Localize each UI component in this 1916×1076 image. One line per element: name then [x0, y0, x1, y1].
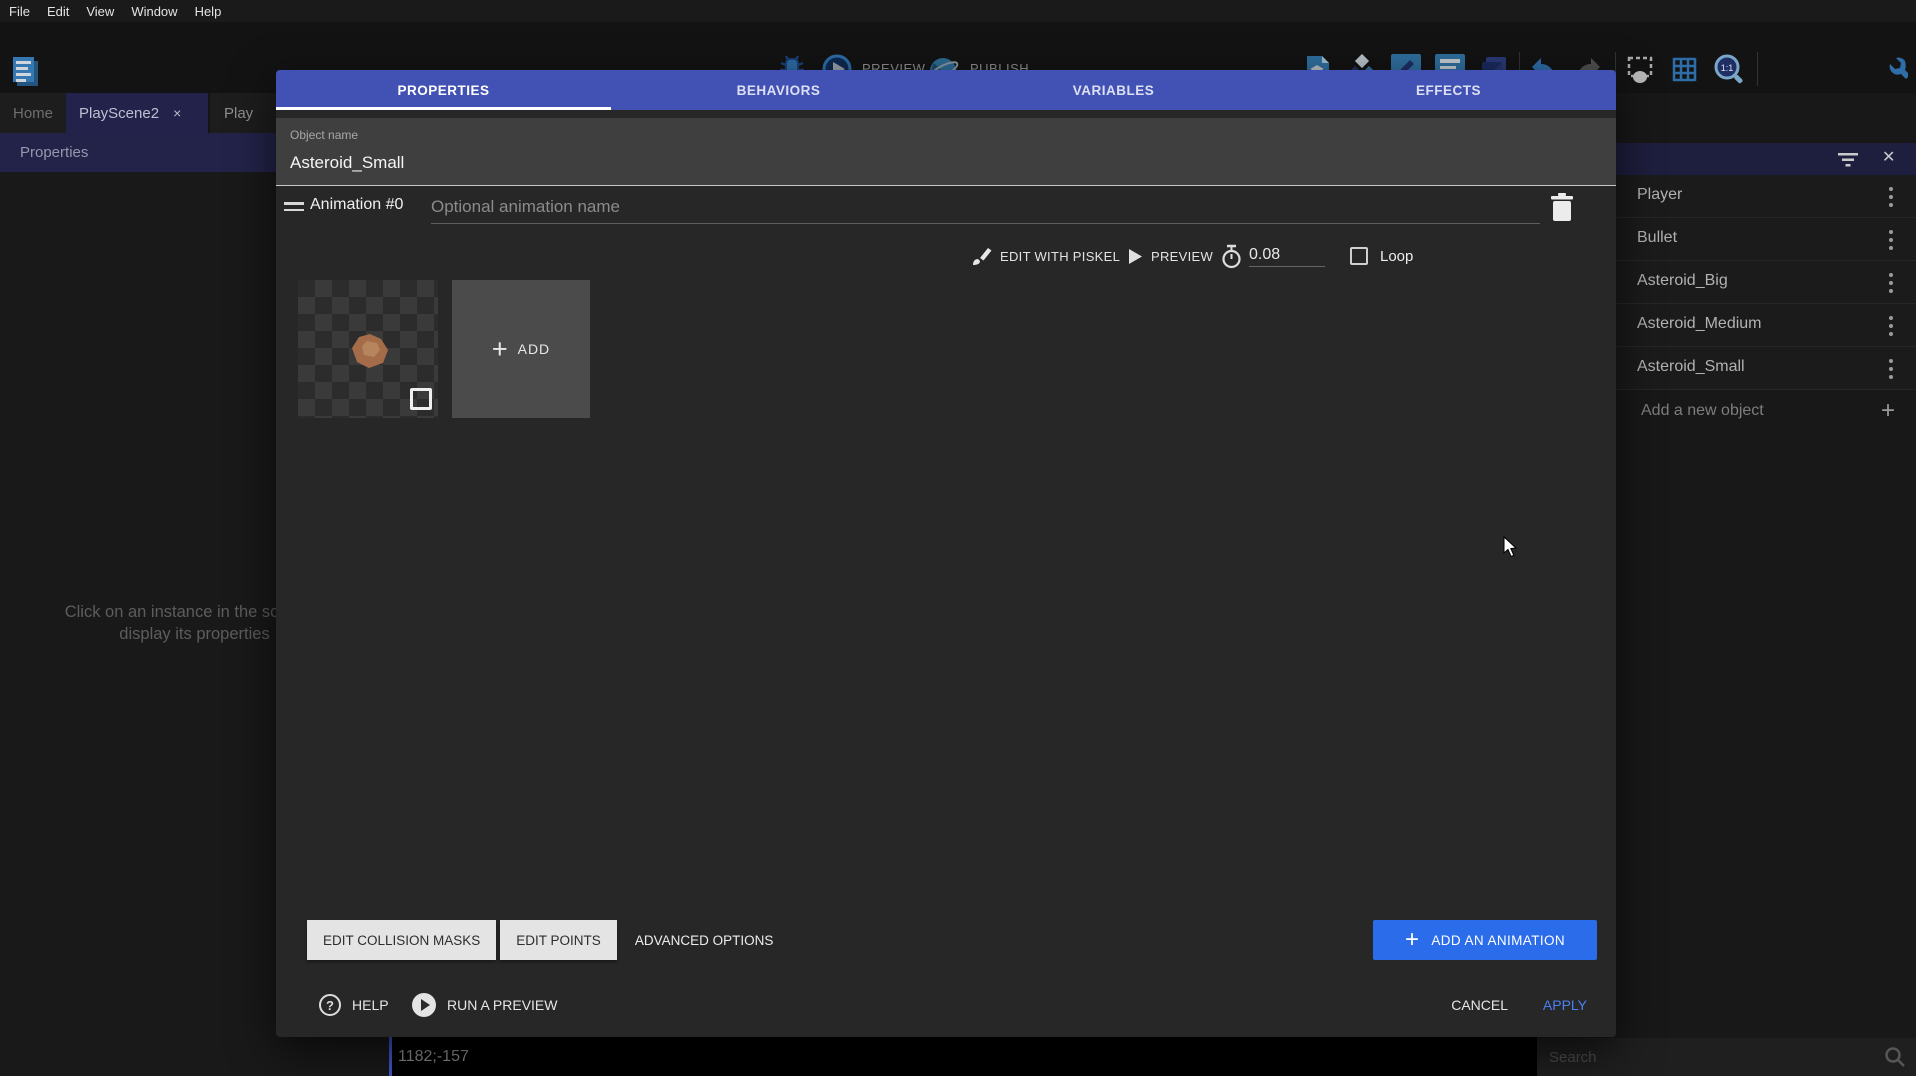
menu-edit[interactable]: Edit: [47, 4, 69, 19]
search-input[interactable]: [1549, 1042, 1879, 1072]
run-a-preview-button[interactable]: RUN A PREVIEW: [411, 985, 557, 1025]
plus-icon: +: [1881, 397, 1895, 425]
properties-panel-title: Properties: [20, 144, 88, 161]
gdevelop-app: File Edit View Window Help PREVIEW: [0, 0, 1916, 1076]
kebab-menu-icon[interactable]: [1885, 357, 1897, 381]
menu-file[interactable]: File: [9, 4, 30, 19]
kebab-menu-icon[interactable]: [1885, 228, 1897, 252]
animation-preview-button[interactable]: PREVIEW: [1128, 238, 1213, 274]
cancel-button[interactable]: CANCEL: [1451, 985, 1508, 1025]
animation-name-input[interactable]: [431, 190, 1540, 224]
plus-icon: +: [1405, 931, 1419, 949]
svg-text:1:1: 1:1: [1721, 63, 1734, 73]
tab-behaviors[interactable]: BEHAVIORS: [611, 70, 946, 110]
frame-select-checkbox[interactable]: [410, 388, 432, 410]
scene-status-bar: 1182;-157: [389, 1037, 1537, 1076]
stopwatch-icon: [1220, 244, 1243, 269]
filter-icon[interactable]: [1835, 148, 1861, 170]
grid-icon[interactable]: [1669, 54, 1699, 84]
close-icon[interactable]: ✕: [1882, 147, 1895, 167]
time-between-frames-input[interactable]: [1249, 246, 1325, 267]
cursor-coordinates[interactable]: 1182;-157: [392, 1048, 469, 1066]
loop-control: Loop: [1350, 238, 1413, 274]
objects-search-bar: [1537, 1038, 1916, 1076]
tab-playscene2[interactable]: PlayScene2 ×: [66, 93, 208, 133]
tab-play-label: Play: [224, 105, 253, 122]
plus-icon: +: [492, 339, 508, 359]
menu-help[interactable]: Help: [195, 4, 222, 19]
edit-points-button[interactable]: EDIT POINTS: [500, 920, 617, 960]
toolbar-separator: [1757, 52, 1758, 86]
tab-home[interactable]: Home: [0, 93, 66, 133]
menu-view[interactable]: View: [86, 4, 114, 19]
search-icon: [1884, 1046, 1906, 1068]
menu-bar: File Edit View Window Help: [0, 0, 1916, 22]
tab-variables[interactable]: VARIABLES: [946, 70, 1281, 110]
dialog-tab-bar: PROPERTIES BEHAVIORS VARIABLES EFFECTS: [276, 70, 1616, 110]
brush-icon: [971, 246, 992, 267]
loop-checkbox[interactable]: [1350, 247, 1368, 265]
active-tab-indicator: [276, 107, 611, 110]
add-frame-button[interactable]: + ADD: [452, 280, 590, 418]
tab-home-label: Home: [13, 105, 53, 122]
run-preview-icon: [411, 992, 437, 1018]
add-an-animation-button[interactable]: + ADD AN ANIMATION: [1373, 920, 1597, 960]
edit-with-piskel-button[interactable]: EDIT WITH PISKEL: [971, 238, 1120, 274]
project-manager-icon[interactable]: [8, 54, 42, 88]
kebab-menu-icon[interactable]: [1885, 185, 1897, 209]
menu-window[interactable]: Window: [131, 4, 177, 19]
mouse-cursor: [1503, 536, 1519, 558]
time-between-frames-control: [1220, 238, 1325, 274]
edit-collision-masks-button[interactable]: EDIT COLLISION MASKS: [307, 920, 496, 960]
tab-effects[interactable]: EFFECTS: [1281, 70, 1616, 110]
animation-drag-handle[interactable]: [284, 202, 304, 214]
help-icon: ?: [318, 993, 342, 1017]
advanced-options-button[interactable]: ADVANCED OPTIONS: [623, 920, 786, 960]
apply-button[interactable]: APPLY: [1543, 985, 1587, 1025]
loop-label: Loop: [1380, 248, 1413, 265]
animation-title: Animation #0: [310, 196, 403, 214]
zoom-actual-icon[interactable]: 1:1: [1713, 54, 1743, 84]
object-editor-dialog: PROPERTIES BEHAVIORS VARIABLES EFFECTS O…: [276, 70, 1616, 1037]
dialog-footer-buttons: EDIT COLLISION MASKS EDIT POINTS ADVANCE…: [307, 920, 785, 960]
wrench-icon[interactable]: [1878, 54, 1908, 84]
tab-close-icon[interactable]: ×: [173, 105, 181, 121]
tab-properties[interactable]: PROPERTIES: [276, 70, 611, 110]
object-name-input[interactable]: [290, 148, 790, 178]
trash-icon[interactable]: [1549, 192, 1575, 222]
play-icon: [1128, 248, 1143, 265]
kebab-menu-icon[interactable]: [1885, 314, 1897, 338]
selection-mask-icon[interactable]: [1625, 54, 1655, 84]
asteroid-sprite: [350, 333, 390, 369]
svg-text:?: ?: [326, 998, 334, 1013]
animation-frame-thumbnail[interactable]: [298, 280, 438, 418]
help-button[interactable]: ? HELP: [318, 985, 389, 1025]
kebab-menu-icon[interactable]: [1885, 271, 1897, 295]
object-name-field: Object name: [276, 118, 1616, 186]
tab-playscene2-label: PlayScene2: [79, 105, 159, 122]
object-name-label: Object name: [290, 128, 358, 142]
